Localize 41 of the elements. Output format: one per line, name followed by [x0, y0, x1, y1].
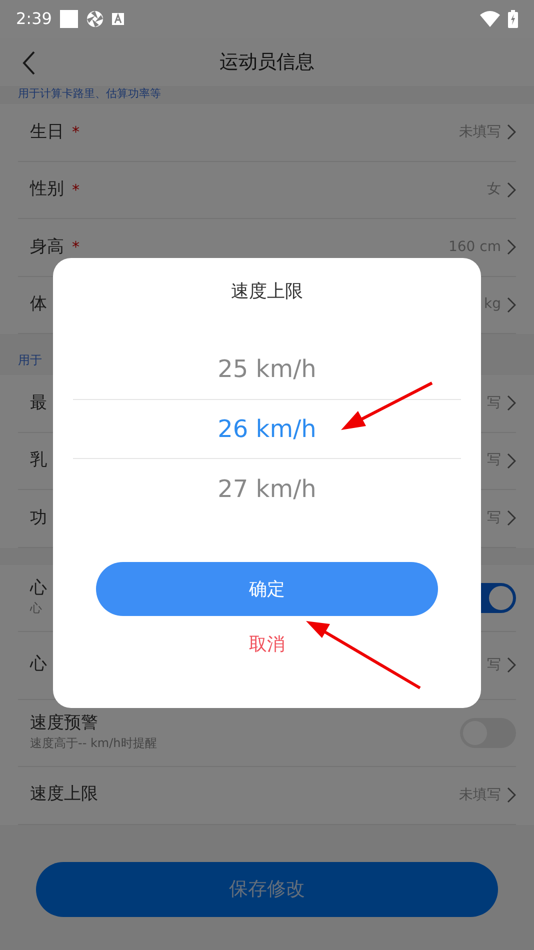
chevron-icon — [507, 787, 516, 803]
row-label: 速度上限 — [30, 783, 98, 806]
row-label: 最 — [30, 392, 47, 414]
dialog-title: 速度上限 — [231, 280, 303, 304]
chevron-icon — [507, 395, 516, 412]
chevron-icon — [507, 182, 516, 198]
row-subtitle: 心 — [30, 600, 43, 618]
battery-icon — [508, 10, 518, 28]
section-note: 用于 — [18, 352, 42, 369]
wifi-icon — [480, 11, 500, 27]
row-label: 功 — [30, 506, 47, 530]
back-icon[interactable] — [22, 51, 36, 75]
cancel-button[interactable]: 取消 — [243, 630, 291, 659]
required-mark: * — [72, 237, 80, 258]
row-subtitle: 速度高于-- km/h时提醒 — [30, 735, 157, 752]
row-label: 身高 — [30, 236, 64, 258]
row-label: 生日 — [30, 120, 64, 144]
required-mark: * — [72, 122, 80, 143]
save-button[interactable]: 保存修改 — [36, 862, 498, 917]
row-label: 心 — [30, 578, 47, 600]
page-title: 运动员信息 — [220, 50, 314, 75]
chevron-icon — [507, 124, 516, 140]
row-label: 速度预警 — [30, 712, 99, 734]
row-label: 体 — [30, 293, 47, 316]
row-label: 心 — [30, 653, 47, 676]
chevron-icon — [507, 239, 516, 256]
notification-square-icon — [60, 10, 78, 28]
confirm-button[interactable]: 确定 — [96, 562, 438, 616]
status-time: 2:39 — [16, 8, 52, 30]
row-label: 乳 — [30, 449, 47, 472]
chevron-icon — [507, 657, 516, 673]
picker-option[interactable]: 25 km/h — [73, 339, 461, 399]
chevron-icon — [507, 510, 516, 526]
aperture-icon — [86, 10, 104, 28]
chevron-icon — [507, 296, 516, 313]
chevron-icon — [507, 452, 516, 469]
keyboard-icon — [112, 13, 124, 25]
section-note: 用于计算卡路里、估算功率等 — [18, 86, 161, 102]
row-label: 性别 — [30, 178, 64, 201]
picker-option[interactable]: 27 km/h — [73, 459, 461, 519]
required-mark: * — [72, 180, 80, 200]
